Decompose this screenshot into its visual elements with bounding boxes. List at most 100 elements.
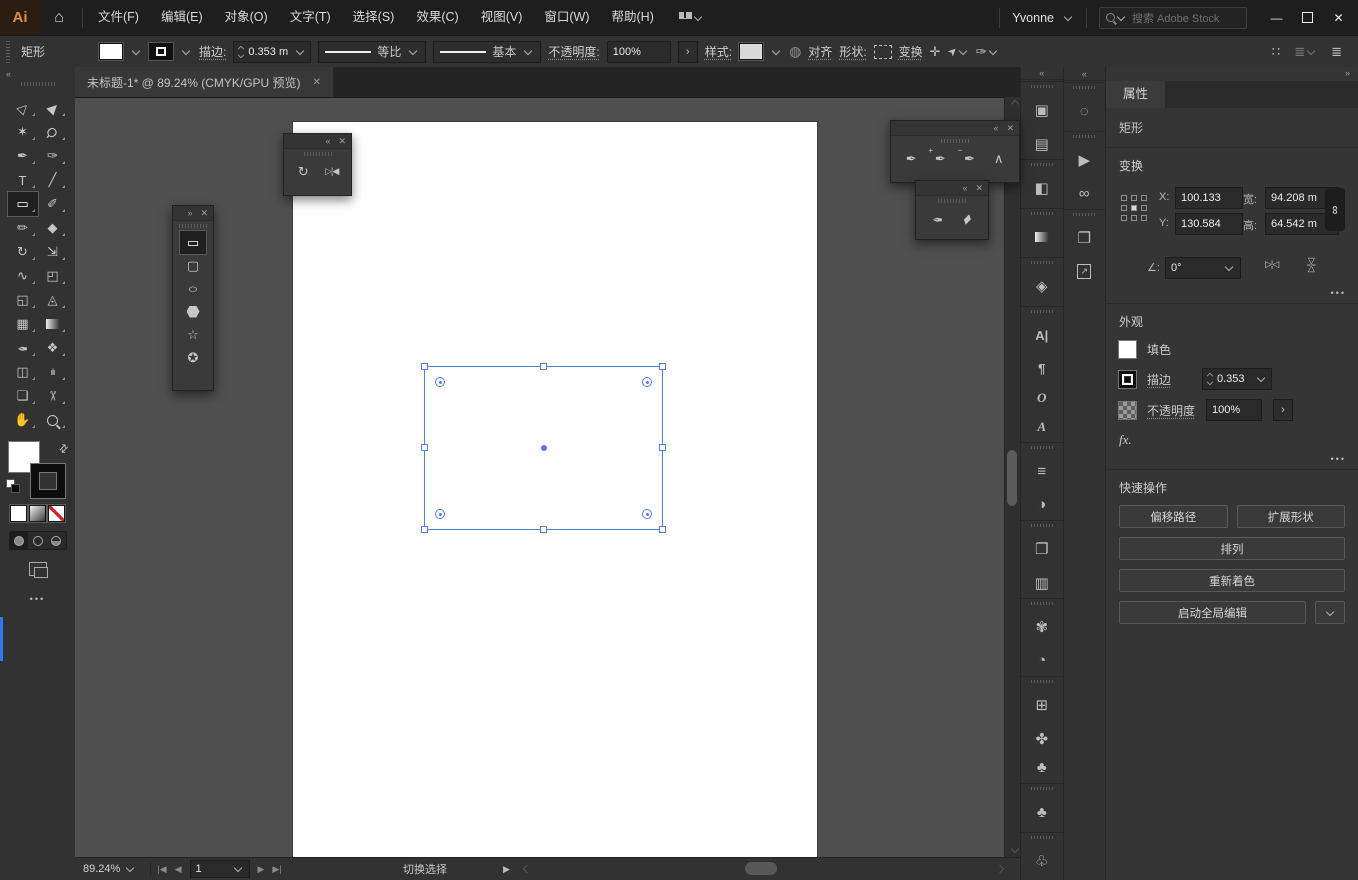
stroke-label[interactable]: 描边 (1147, 371, 1177, 388)
menu-help[interactable]: 帮助(H) (601, 0, 665, 35)
x-field[interactable]: 100.133 (1175, 187, 1243, 209)
stroke-color-indicator[interactable] (30, 464, 65, 498)
scale-tool[interactable]: ⇲ (38, 240, 68, 264)
corner-radius-widget[interactable] (642, 509, 652, 519)
align-link[interactable]: 对齐 (808, 43, 832, 60)
mesh-tool[interactable]: ▦ (8, 312, 38, 336)
workspace-switcher[interactable] (678, 12, 704, 23)
libraries-panel-icon[interactable]: ♣ (1021, 783, 1063, 831)
flip-vertical-button[interactable]: ▷¦◁ (1305, 258, 1318, 271)
blend-tool[interactable]: ❖ (38, 336, 68, 360)
magic-wand-tool[interactable]: ✶ (8, 120, 38, 144)
chevron-down-icon[interactable] (131, 46, 141, 55)
scroll-up-icon[interactable] (1010, 99, 1020, 109)
color-button[interactable] (11, 506, 26, 521)
menu-select[interactable]: 选择(S) (342, 0, 406, 35)
isolate-object-icon[interactable]: ✛ (930, 44, 941, 60)
graphic-styles-panel-icon[interactable]: ♧ (1021, 832, 1063, 880)
last-artboard-button[interactable]: ▶| (272, 864, 281, 875)
rotate-tool[interactable]: ↻ (8, 240, 38, 264)
more-options-icon[interactable]: ••• (1331, 454, 1346, 464)
menu-object[interactable]: 对象(O) (214, 0, 279, 35)
recolor-button[interactable]: 重新着色 (1119, 569, 1345, 592)
scroll-down-icon[interactable] (1010, 844, 1020, 854)
paintbrush-tool[interactable]: ✐ (38, 192, 68, 216)
scroll-right-icon[interactable] (995, 864, 1005, 874)
menu-window[interactable]: 窗口(W) (533, 0, 600, 35)
previous-artboard-button[interactable]: ◀ (175, 864, 182, 875)
lasso-tool[interactable]: Ϙ (38, 120, 68, 144)
collapse-panel-icon[interactable]: « (962, 183, 967, 193)
chevron-down-icon[interactable] (181, 46, 191, 55)
layers-panel-icon[interactable]: ◈ (1021, 257, 1063, 305)
type-tool[interactable]: T (8, 168, 38, 192)
swatches-panel-icon[interactable]: ⊞ (1021, 676, 1063, 724)
symbols-panel-icon[interactable]: ♣ (1021, 753, 1063, 782)
select-similar-button[interactable]: ➤ (945, 44, 969, 59)
horizontal-scrollbar-thumb[interactable] (745, 862, 777, 875)
stroke-weight-stepper[interactable]: 0.353 m (233, 40, 312, 63)
rectangle-tool[interactable]: ▭ (7, 192, 38, 216)
width-profile-select[interactable]: 等比 (318, 40, 427, 63)
gradient-tool[interactable] (38, 312, 68, 336)
artboards-panel-icon[interactable]: ❐ (1063, 209, 1105, 257)
perspective-grid-tool[interactable]: ◬ (38, 288, 68, 312)
close-icon[interactable]: ✕ (338, 136, 346, 147)
stroke-weight-label[interactable]: 描边: (199, 43, 226, 60)
delete-anchor-point-tool[interactable]: − ✒ (957, 146, 983, 170)
panel-grip[interactable] (303, 152, 332, 156)
global-edit-options-button[interactable] (1315, 601, 1345, 624)
selection-handle[interactable] (539, 363, 547, 370)
arrange-button[interactable]: 排列 (1119, 537, 1345, 560)
corner-radius-widget[interactable] (642, 377, 652, 387)
fx-button[interactable]: fx. (1119, 432, 1132, 448)
curvature-tool[interactable]: ✑ (38, 144, 68, 168)
eyedropper-tool[interactable]: ✒ (8, 336, 38, 360)
pathfinder-panel-icon[interactable]: ◧ (1021, 159, 1063, 207)
swap-fill-stroke-icon[interactable]: ⇄ (56, 441, 72, 456)
free-transform-tool[interactable]: ◰ (38, 264, 68, 288)
asset-export-panel-icon[interactable]: ↗ (1064, 257, 1106, 286)
collapse-dock-icon[interactable]: « (1082, 69, 1087, 79)
search-input[interactable]: 搜索 Adobe Stock (1099, 6, 1247, 29)
symbol-sprayer-tool[interactable]: ◫ (8, 360, 38, 384)
width-tool[interactable]: ∿ (8, 264, 38, 288)
selection-handle[interactable] (659, 363, 666, 370)
artboards-panel-icon[interactable]: ❐ (1021, 520, 1063, 568)
rotation-select[interactable]: 0° (1165, 257, 1241, 279)
selected-rectangle[interactable] (421, 363, 666, 533)
star-tool[interactable]: ☆ (180, 323, 206, 346)
edit-toolbar-button[interactable]: ••• (0, 594, 75, 604)
transparency-panel-icon[interactable]: ◑ (1021, 490, 1063, 519)
eraser-tool[interactable]: ◆ (38, 216, 68, 240)
expand-shape-button[interactable]: 扩展形状 (1236, 505, 1345, 528)
zoom-level-select[interactable]: 89.24% (75, 863, 144, 875)
selection-tool[interactable]: ▶ (38, 96, 68, 120)
vertical-scrollbar[interactable] (1004, 97, 1020, 858)
direct-selection-tool[interactable]: ▷ (8, 96, 38, 120)
opacity-options-button[interactable]: › (1273, 399, 1294, 421)
stroke-panel-icon[interactable]: ≡ (1021, 442, 1063, 490)
opacity-field[interactable]: 100% (1206, 399, 1263, 421)
line-segment-tool[interactable]: ╱ (38, 168, 68, 192)
menu-effect[interactable]: 效果(C) (405, 0, 469, 35)
workspace-layout-icon[interactable]: ≣ (1294, 44, 1317, 60)
stepper-arrows-icon[interactable] (1206, 372, 1214, 386)
fill-swatch[interactable] (1119, 340, 1136, 358)
measure-tool[interactable]: ▰ (954, 207, 980, 230)
flare-tool[interactable]: ✪ (180, 346, 206, 369)
minimize-button[interactable]: — (1261, 5, 1292, 31)
menu-view[interactable]: 视图(V) (470, 0, 534, 35)
color-panel-icon[interactable]: ◌ (1063, 82, 1105, 130)
selection-handle[interactable] (421, 363, 428, 370)
panel-grip[interactable] (941, 139, 969, 143)
status-options-icon[interactable]: ▶ (503, 864, 510, 875)
shape-label[interactable]: 形状: (839, 43, 866, 60)
recolor-artwork-icon[interactable]: ◍ (789, 43, 801, 60)
hand-tool[interactable]: ✋ (8, 408, 38, 432)
rotate-tool[interactable]: ↻ (290, 160, 316, 183)
maximize-button[interactable] (1292, 5, 1323, 31)
panel-grip[interactable] (938, 199, 966, 203)
draw-inside-button[interactable] (47, 532, 66, 549)
panel-list-icon[interactable]: ≣ (1331, 44, 1342, 60)
